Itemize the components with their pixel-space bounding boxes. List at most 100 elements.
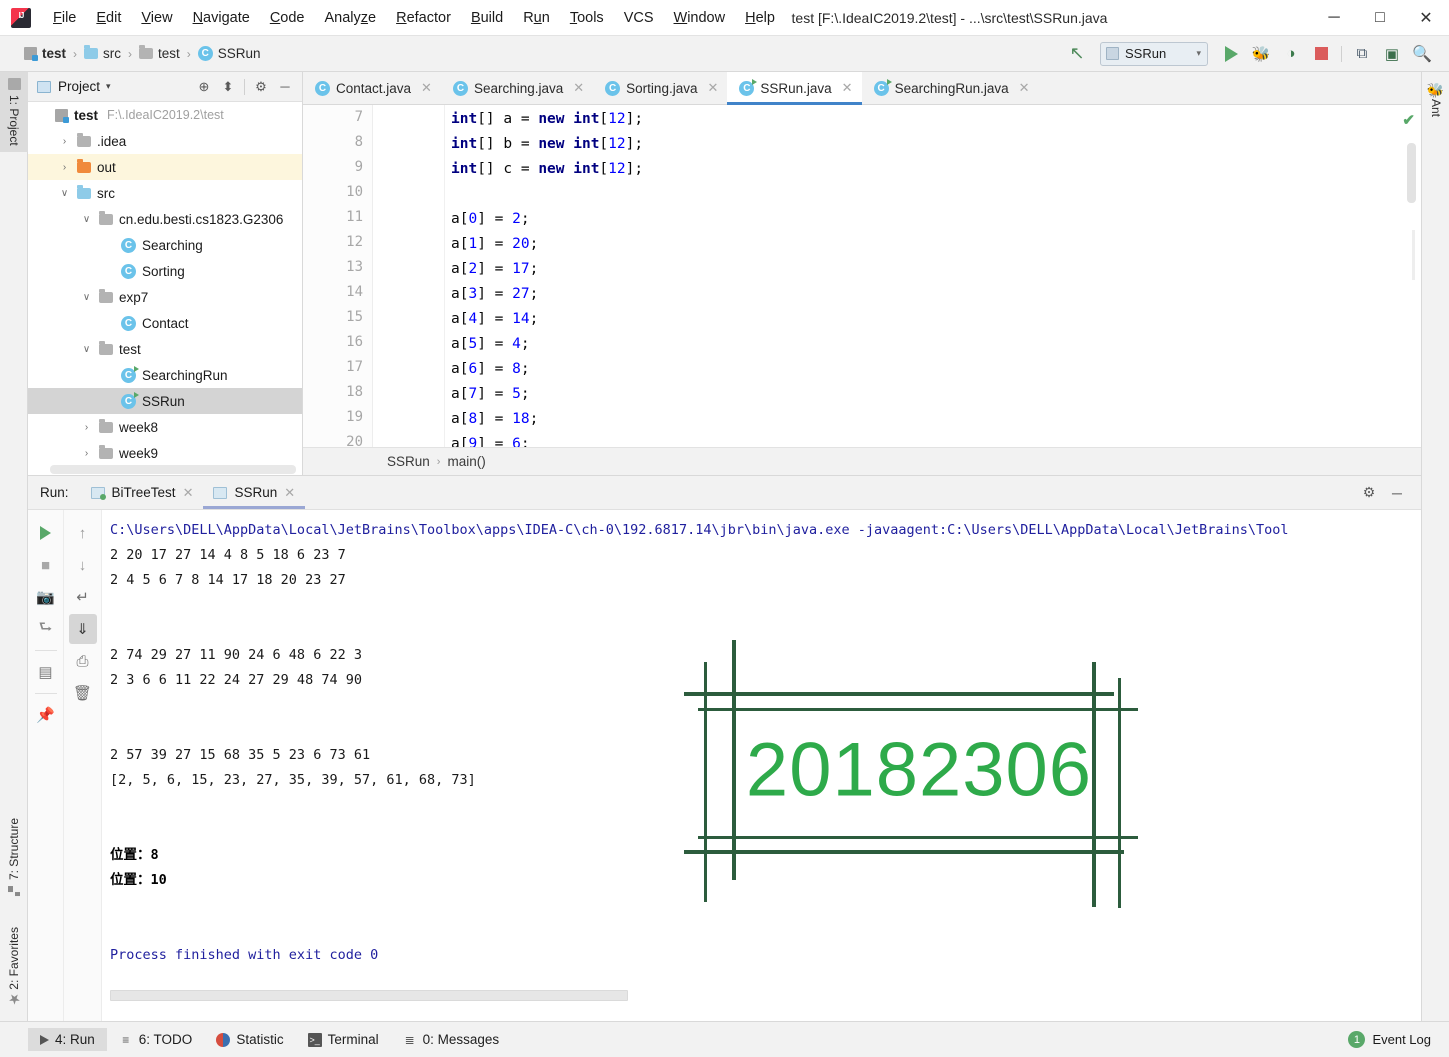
down-arrow-icon[interactable]: ↓ <box>69 550 97 580</box>
project-tree-horizontal-scrollbar[interactable] <box>50 465 296 474</box>
run-tab-ssrun[interactable]: SSRun ✕ <box>203 476 305 509</box>
chevron-right-icon[interactable]: › <box>36 110 49 121</box>
tree-node-exp7[interactable]: ∨ exp7 <box>28 284 302 310</box>
sidebar-item-ant[interactable]: 🐝 Ant <box>1422 76 1449 123</box>
chevron-down-icon[interactable]: ∨ <box>80 214 93 225</box>
sidebar-item-project[interactable]: 1: Project <box>0 72 28 152</box>
rerun-icon[interactable] <box>32 518 60 548</box>
chevron-down-icon[interactable]: ▾ <box>106 81 111 92</box>
breadcrumb-item-ssrun[interactable]: C SSRun <box>194 44 265 63</box>
tree-node-searching[interactable]: › C Searching <box>28 232 302 258</box>
tree-node-ssrun[interactable]: › CSSRun <box>28 388 302 414</box>
clear-all-icon[interactable]: 🗑 <box>69 678 97 708</box>
code-line[interactable]: a[2] = 17; <box>451 257 1421 282</box>
code-line[interactable]: a[9] = 6; <box>451 432 1421 447</box>
minimize-button[interactable]: ─ <box>1311 0 1357 36</box>
print-icon[interactable]: ⎙ <box>69 646 97 676</box>
tree-node-cn-edu-besti-cs1823-g2306[interactable]: ∨ cn.edu.besti.cs1823.G2306 <box>28 206 302 232</box>
menu-tools[interactable]: Tools <box>560 6 614 30</box>
tree-node-src[interactable]: ∨ src <box>28 180 302 206</box>
run-configuration-selector[interactable]: SSRun ▾ <box>1100 41 1208 66</box>
toggle-console-icon[interactable]: ▣ <box>1379 41 1405 67</box>
tree-node-out[interactable]: › out <box>28 154 302 180</box>
tree-node-contact[interactable]: › C Contact <box>28 310 302 336</box>
menu-file[interactable]: File <box>43 6 86 30</box>
hide-panel-icon[interactable]: ─ <box>1385 481 1409 505</box>
layout-icon[interactable]: ▤ <box>32 657 60 687</box>
menu-edit[interactable]: Edit <box>86 6 131 30</box>
status-item-statistic[interactable]: Statistic <box>204 1028 295 1051</box>
code-editor[interactable]: 7 8 9 10 11 12 13 14 15 16 17 18 19 20 int[] a = new … <box>303 105 1421 447</box>
code-line[interactable]: a[4] = 14; <box>451 307 1421 332</box>
console-output[interactable]: C:\Users\DELL\AppData\Local\JetBrains\To… <box>102 510 1421 1021</box>
stop-icon[interactable] <box>1308 41 1334 67</box>
status-item-run[interactable]: 4: Run <box>28 1028 107 1051</box>
breadcrumb-item-test[interactable]: test <box>20 44 70 63</box>
tree-node-sorting[interactable]: › C Sorting <box>28 258 302 284</box>
stop-icon[interactable]: ■ <box>32 550 60 580</box>
breadcrumb-class[interactable]: SSRun <box>387 454 430 469</box>
run-icon[interactable] <box>1218 41 1244 67</box>
breadcrumb-method[interactable]: main() <box>447 454 485 469</box>
tree-node--idea[interactable]: › .idea <box>28 128 302 154</box>
code-line[interactable]: a[7] = 5; <box>451 382 1421 407</box>
run-with-coverage-icon[interactable]: ◑ <box>1278 41 1304 67</box>
chevron-right-icon[interactable]: › <box>102 266 115 277</box>
collapse-all-icon[interactable]: ⬍ <box>217 76 239 98</box>
hide-panel-icon[interactable]: ─ <box>274 76 296 98</box>
chevron-down-icon[interactable]: ∨ <box>80 292 93 303</box>
editor-tab-sorting-java[interactable]: C Sorting.java ✕ <box>593 72 728 104</box>
build-icon[interactable]: ↖ <box>1064 41 1090 67</box>
tree-node-test[interactable]: ∨ test <box>28 336 302 362</box>
event-log-label[interactable]: Event Log <box>1372 1032 1431 1047</box>
maximize-button[interactable]: □ <box>1357 0 1403 36</box>
sidebar-item-structure[interactable]: 7: Structure <box>0 812 28 903</box>
menu-help[interactable]: Help <box>735 6 785 30</box>
menu-view[interactable]: View <box>131 6 182 30</box>
code-line[interactable]: int[] b = new int[12]; <box>451 132 1421 157</box>
code-line[interactable] <box>451 182 1421 207</box>
tree-node-searchingrun[interactable]: › CSearchingRun <box>28 362 302 388</box>
breadcrumb-item-src[interactable]: src <box>80 44 125 63</box>
menu-analyze[interactable]: Analyze <box>315 6 387 30</box>
breadcrumb-item-test[interactable]: test <box>135 44 184 63</box>
chevron-right-icon[interactable]: › <box>58 136 71 147</box>
menu-window[interactable]: Window <box>664 6 736 30</box>
code-line[interactable]: int[] c = new int[12]; <box>451 157 1421 182</box>
chevron-right-icon[interactable]: › <box>80 448 93 459</box>
close-icon[interactable]: ✕ <box>707 80 718 96</box>
chevron-right-icon[interactable]: › <box>102 370 115 381</box>
code-line[interactable]: a[8] = 18; <box>451 407 1421 432</box>
tree-node-week9[interactable]: › week9 <box>28 440 302 463</box>
editor-tab-searching-java[interactable]: C Searching.java ✕ <box>440 72 594 104</box>
editor-tab-searchingrun-java[interactable]: C SearchingRun.java ✕ <box>861 72 1039 104</box>
code-line[interactable]: a[3] = 27; <box>451 282 1421 307</box>
update-application-icon[interactable]: ⧉ <box>1349 41 1375 67</box>
chevron-right-icon[interactable]: › <box>80 422 93 433</box>
pin-icon[interactable]: 📌 <box>32 700 60 730</box>
editor-tab-contact-java[interactable]: C Contact.java ✕ <box>303 72 441 104</box>
search-everywhere-icon[interactable]: 🔍 <box>1409 41 1435 67</box>
chevron-right-icon[interactable]: › <box>58 162 71 173</box>
up-arrow-icon[interactable]: ↑ <box>69 518 97 548</box>
close-icon[interactable]: ✕ <box>842 80 853 96</box>
close-icon[interactable]: ✕ <box>284 485 295 501</box>
close-icon[interactable]: ✕ <box>421 80 432 96</box>
menu-code[interactable]: Code <box>260 6 315 30</box>
camera-icon[interactable]: 📷 <box>32 582 60 612</box>
close-button[interactable]: ✕ <box>1403 0 1449 36</box>
soft-wrap-icon[interactable]: ↵ <box>69 582 97 612</box>
tree-node-test[interactable]: › test F:\.IdeaIC2019.2\test <box>28 102 302 128</box>
code-line[interactable]: a[5] = 4; <box>451 332 1421 357</box>
export-icon[interactable]: ⮑ <box>32 614 60 644</box>
editor-scrollbar-column[interactable]: ✔ <box>1397 105 1421 447</box>
debug-icon[interactable]: 🐝 <box>1248 41 1274 67</box>
sidebar-item-favorites[interactable]: ★ 2: Favorites <box>0 921 28 1013</box>
close-icon[interactable]: ✕ <box>573 80 584 96</box>
close-icon[interactable]: ✕ <box>1019 80 1030 96</box>
gear-icon[interactable]: ⚙ <box>1357 481 1381 505</box>
menu-refactor[interactable]: Refactor <box>386 6 461 30</box>
gear-icon[interactable]: ⚙ <box>250 76 272 98</box>
chevron-down-icon[interactable]: ∨ <box>80 344 93 355</box>
menu-build[interactable]: Build <box>461 6 513 30</box>
